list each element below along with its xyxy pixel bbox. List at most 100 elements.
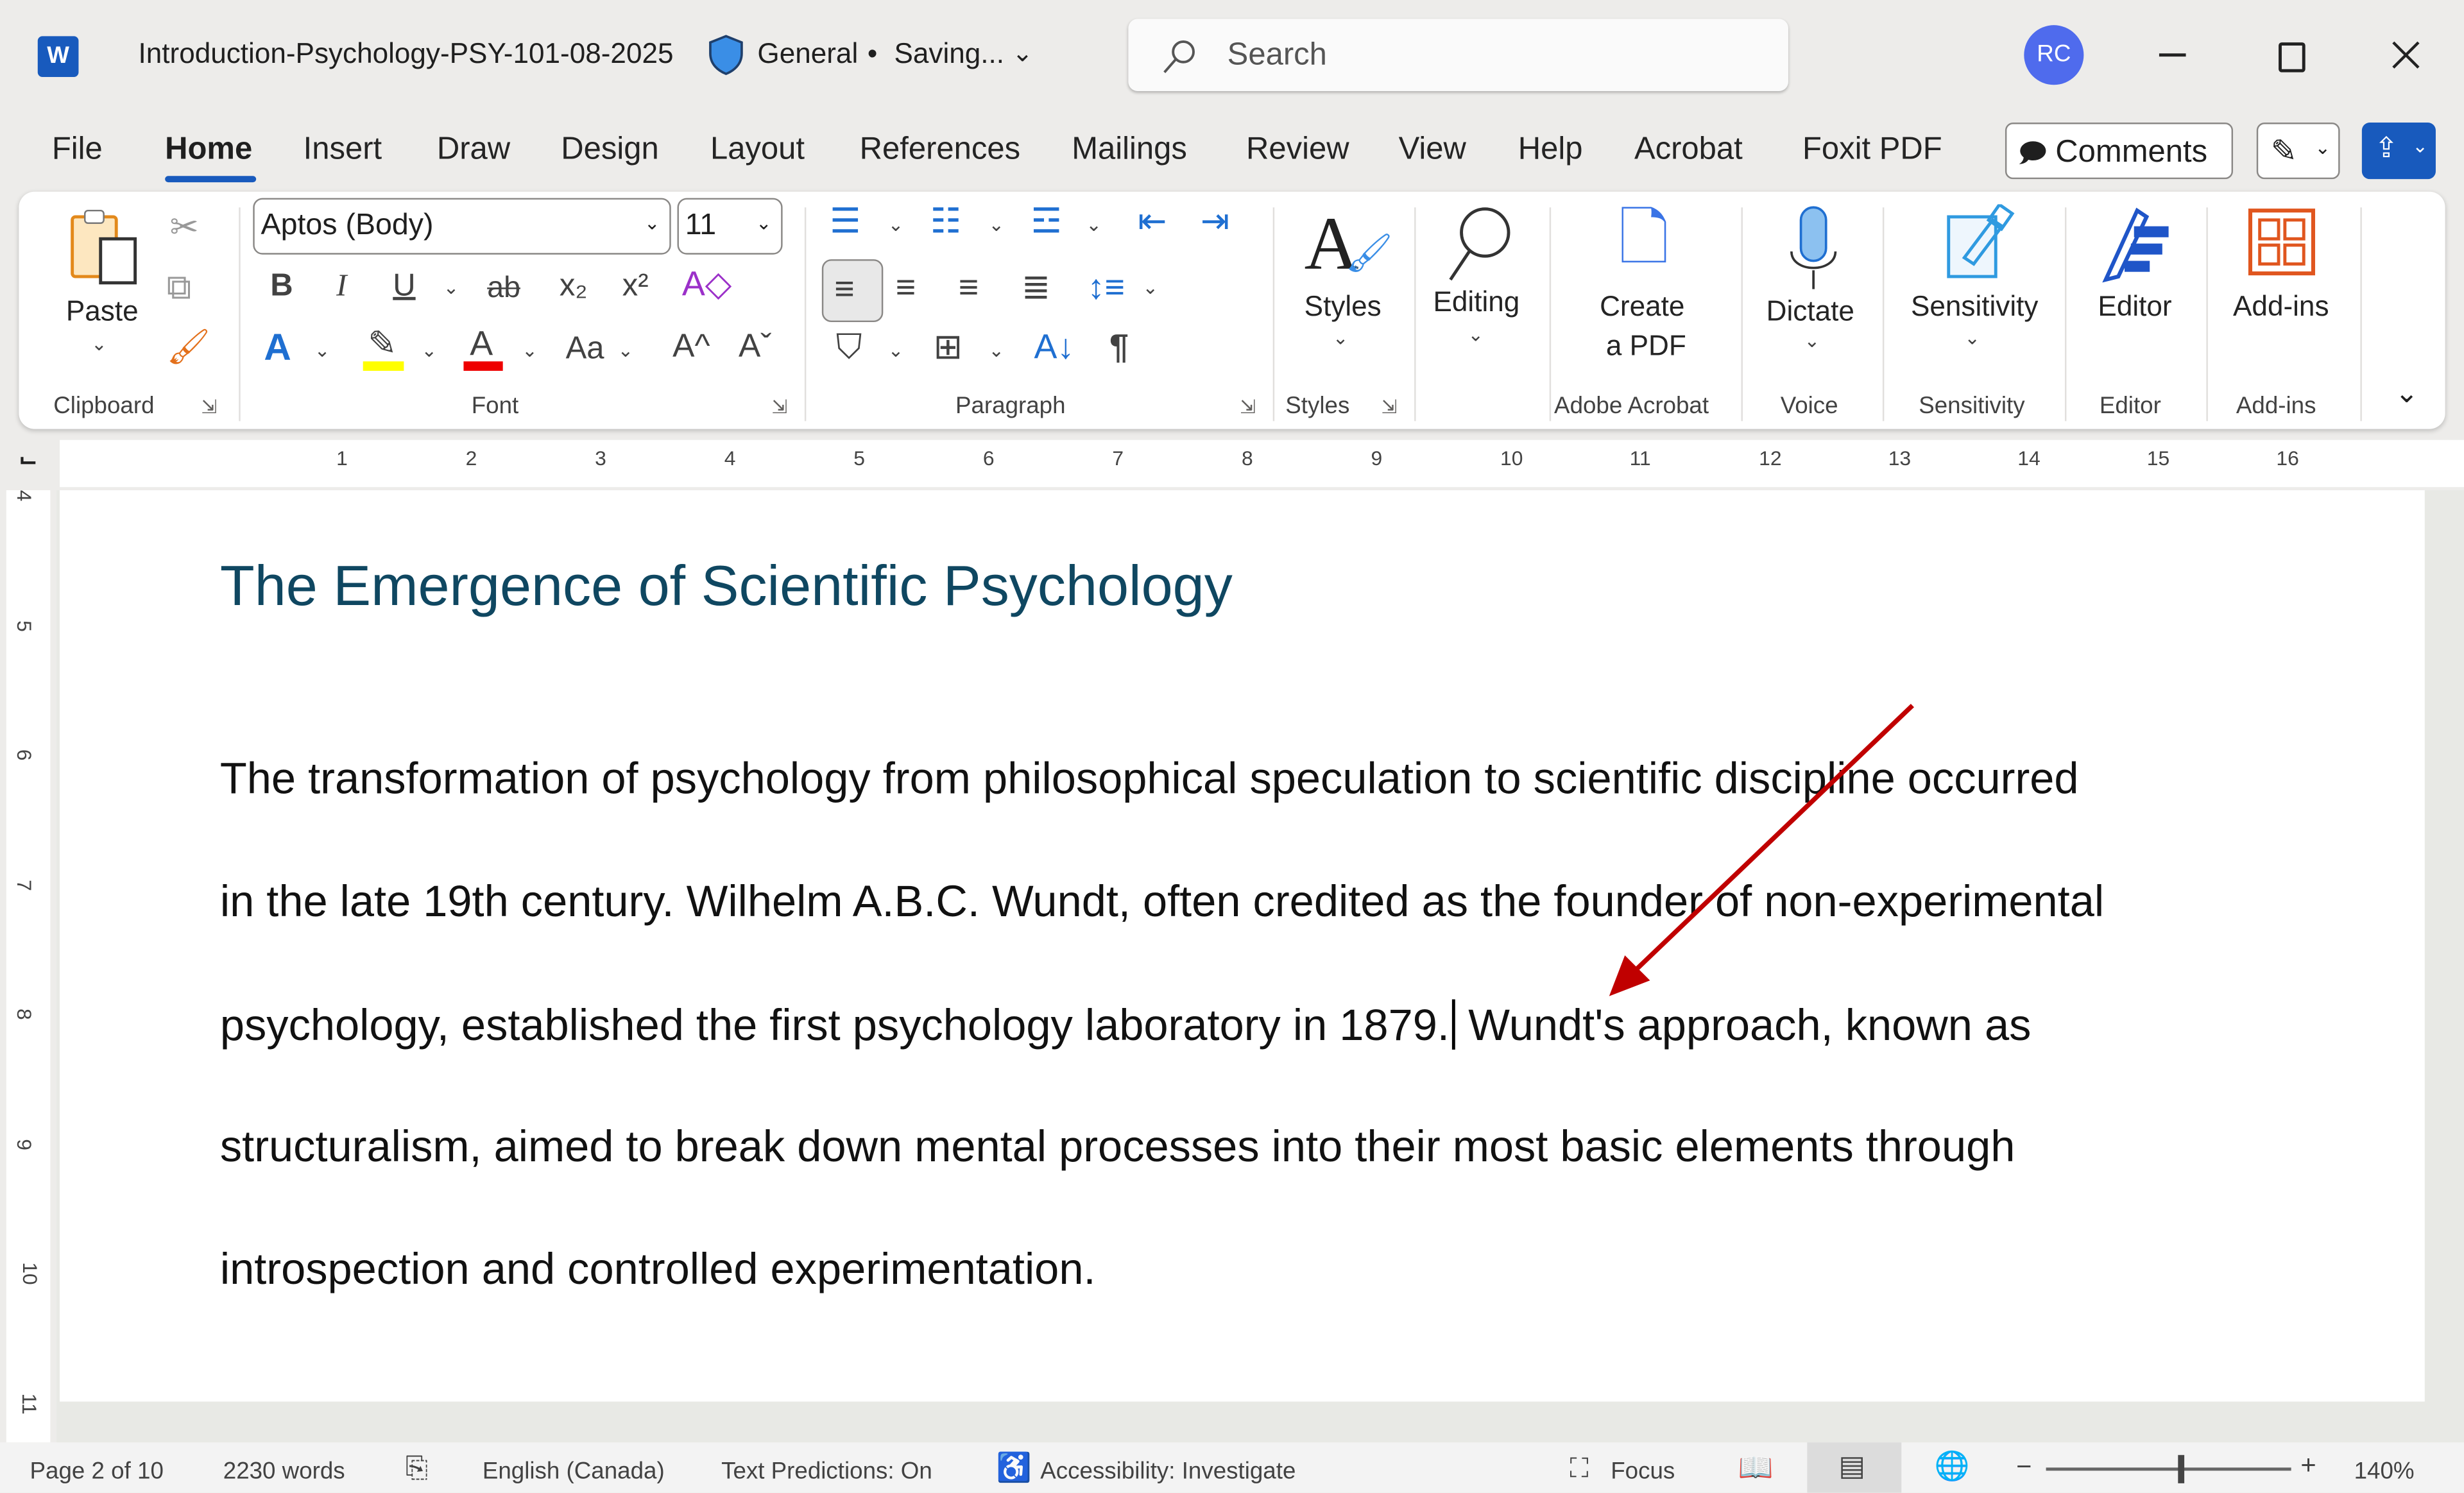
- tab-selector[interactable]: ⌙: [19, 447, 37, 473]
- dialog-launcher-icon[interactable]: ⇲: [771, 396, 787, 418]
- italic-button[interactable]: I: [336, 270, 346, 302]
- font-size-dropdown[interactable]: 11 ⌄: [677, 198, 783, 255]
- chevron-down-icon[interactable]: ⌄: [522, 339, 538, 361]
- add-ins-icon[interactable]: [2247, 207, 2320, 280]
- chevron-down-icon[interactable]: ⌄: [1467, 323, 1484, 345]
- align-center-icon[interactable]: ≡: [896, 269, 916, 305]
- chevron-down-icon[interactable]: ⌄: [314, 339, 330, 361]
- tab-mailings[interactable]: Mailings: [1072, 132, 1187, 168]
- document-page[interactable]: The Emergence of Scientific Psychology T…: [60, 490, 2425, 1402]
- cut-icon[interactable]: ✂: [169, 210, 198, 245]
- shading-icon[interactable]: ⛉: [836, 329, 862, 364]
- document-title[interactable]: Introduction-Psychology-PSY-101-08-2025: [139, 38, 674, 71]
- vertical-ruler[interactable]: 4 5 6 7 8 9 10 11: [6, 490, 51, 1443]
- align-right-icon[interactable]: ≡: [959, 269, 979, 305]
- create-pdf-label-2[interactable]: a PDF: [1606, 330, 1686, 363]
- minimize-button[interactable]: [2159, 53, 2186, 57]
- tab-draw[interactable]: Draw: [437, 132, 510, 168]
- editing-mode-button[interactable]: ✎ ⌄: [2256, 123, 2340, 180]
- line-spacing-icon[interactable]: ↕≡: [1088, 269, 1125, 305]
- create-pdf-label-1[interactable]: Create: [1600, 291, 1684, 323]
- tab-view[interactable]: View: [1399, 132, 1466, 168]
- chevron-down-icon[interactable]: ⌄: [1804, 330, 1820, 352]
- highlight-icon[interactable]: ✎: [368, 326, 397, 361]
- dialog-launcher-icon[interactable]: ⇲: [201, 396, 217, 418]
- chevron-down-icon[interactable]: ⌄: [617, 339, 633, 361]
- bullets-icon[interactable]: ☰: [830, 203, 860, 239]
- save-status[interactable]: Saving...: [894, 38, 1004, 71]
- decrease-indent-icon[interactable]: ⇤: [1138, 203, 1167, 239]
- sensitivity-button[interactable]: Sensitivity: [1911, 291, 2038, 323]
- dictate-button[interactable]: Dictate: [1767, 295, 1854, 328]
- increase-indent-icon[interactable]: ⇥: [1201, 203, 1229, 239]
- zoom-level[interactable]: 140%: [2354, 1458, 2415, 1485]
- paste-label[interactable]: Paste: [66, 295, 139, 328]
- grow-font-button[interactable]: A^: [672, 330, 710, 363]
- styles-button[interactable]: Styles: [1305, 291, 1382, 323]
- avatar[interactable]: RC: [2024, 25, 2084, 85]
- chevron-down-icon[interactable]: ⌄: [988, 339, 1004, 361]
- copy-icon[interactable]: ⧉: [167, 269, 191, 305]
- superscript-button[interactable]: x²: [622, 270, 649, 302]
- chevron-down-icon[interactable]: ⌄: [1012, 38, 1033, 69]
- bold-button[interactable]: B: [270, 270, 293, 302]
- read-mode-icon[interactable]: 📖: [1738, 1452, 1774, 1485]
- print-layout-button[interactable]: ▤: [1807, 1442, 1902, 1493]
- expand-ribbon-chevron-icon[interactable]: ⌄: [2395, 377, 2418, 410]
- font-color-button[interactable]: A: [470, 326, 493, 361]
- chevron-down-icon[interactable]: ⌄: [1142, 277, 1158, 298]
- clear-formatting-icon[interactable]: A◇: [682, 266, 732, 302]
- editor-icon[interactable]: [2096, 204, 2175, 286]
- chevron-down-icon[interactable]: ⌄: [443, 277, 459, 298]
- multilevel-list-icon[interactable]: ☲: [1031, 203, 1062, 239]
- chevron-down-icon[interactable]: ⌄: [91, 333, 107, 355]
- chevron-down-icon[interactable]: ⌄: [1964, 327, 1980, 348]
- subscript-button[interactable]: x₂: [560, 270, 588, 302]
- share-button[interactable]: ⇪ ⌄: [2361, 123, 2436, 180]
- show-formatting-button[interactable]: ¶: [1109, 329, 1129, 364]
- borders-icon[interactable]: ⊞: [934, 329, 963, 364]
- chevron-down-icon[interactable]: ⌄: [1333, 327, 1349, 348]
- zoom-out-button[interactable]: −: [2016, 1452, 2032, 1483]
- language[interactable]: English (Canada): [483, 1458, 665, 1485]
- format-painter-icon[interactable]: 🖌: [167, 329, 210, 364]
- tab-acrobat[interactable]: Acrobat: [1634, 132, 1743, 168]
- word-count[interactable]: 2230 words: [223, 1458, 345, 1485]
- web-layout-icon[interactable]: 🌐: [1935, 1450, 1970, 1483]
- editor-button[interactable]: Editor: [2098, 291, 2171, 323]
- align-left-button[interactable]: ≡: [821, 259, 884, 323]
- horizontal-ruler[interactable]: 1 2 3 4 5 6 7 8 9 10 11 12 13 14 15 16: [60, 439, 2464, 488]
- zoom-slider-thumb[interactable]: [2177, 1455, 2184, 1483]
- paste-icon[interactable]: [66, 207, 144, 286]
- numbering-icon[interactable]: ☷: [930, 203, 961, 239]
- proofing-icon[interactable]: ⎘: [406, 1452, 428, 1485]
- text-effects-button[interactable]: A: [264, 329, 291, 368]
- add-ins-button[interactable]: Add-ins: [2233, 291, 2329, 323]
- chevron-down-icon[interactable]: ⌄: [888, 339, 904, 361]
- tab-help[interactable]: Help: [1518, 132, 1583, 168]
- justify-icon[interactable]: ≣: [1022, 269, 1050, 305]
- editing-button[interactable]: Editing: [1433, 286, 1519, 319]
- accessibility-status[interactable]: Accessibility: Investigate: [1040, 1458, 1296, 1485]
- comments-button[interactable]: 🗩 Comments: [2005, 123, 2234, 180]
- tab-design[interactable]: Design: [561, 132, 658, 168]
- dialog-launcher-icon[interactable]: ⇲: [1240, 396, 1256, 418]
- chevron-down-icon[interactable]: ⌄: [988, 214, 1004, 235]
- shrink-font-button[interactable]: Aˇ: [739, 330, 771, 363]
- chevron-down-icon[interactable]: ⌄: [1086, 214, 1102, 235]
- search-box[interactable]: Search: [1128, 19, 1788, 92]
- change-case-button[interactable]: Aa: [566, 333, 604, 364]
- sensitivity-label[interactable]: General: [757, 38, 858, 71]
- zoom-slider[interactable]: [2046, 1467, 2291, 1471]
- sensitivity-icon[interactable]: [1946, 204, 2015, 282]
- tab-insert[interactable]: Insert: [304, 132, 382, 168]
- font-name-dropdown[interactable]: Aptos (Body) ⌄: [253, 198, 671, 255]
- page-count[interactable]: Page 2 of 10: [30, 1458, 164, 1485]
- maximize-button[interactable]: [2279, 42, 2306, 73]
- focus-button[interactable]: Focus: [1611, 1458, 1675, 1485]
- create-pdf-icon[interactable]: 🗋: [1618, 207, 1669, 270]
- chevron-down-icon[interactable]: ⌄: [421, 339, 437, 361]
- word-app-icon[interactable]: W: [37, 36, 79, 78]
- tab-references[interactable]: References: [860, 132, 1020, 168]
- find-icon[interactable]: [1441, 204, 1517, 282]
